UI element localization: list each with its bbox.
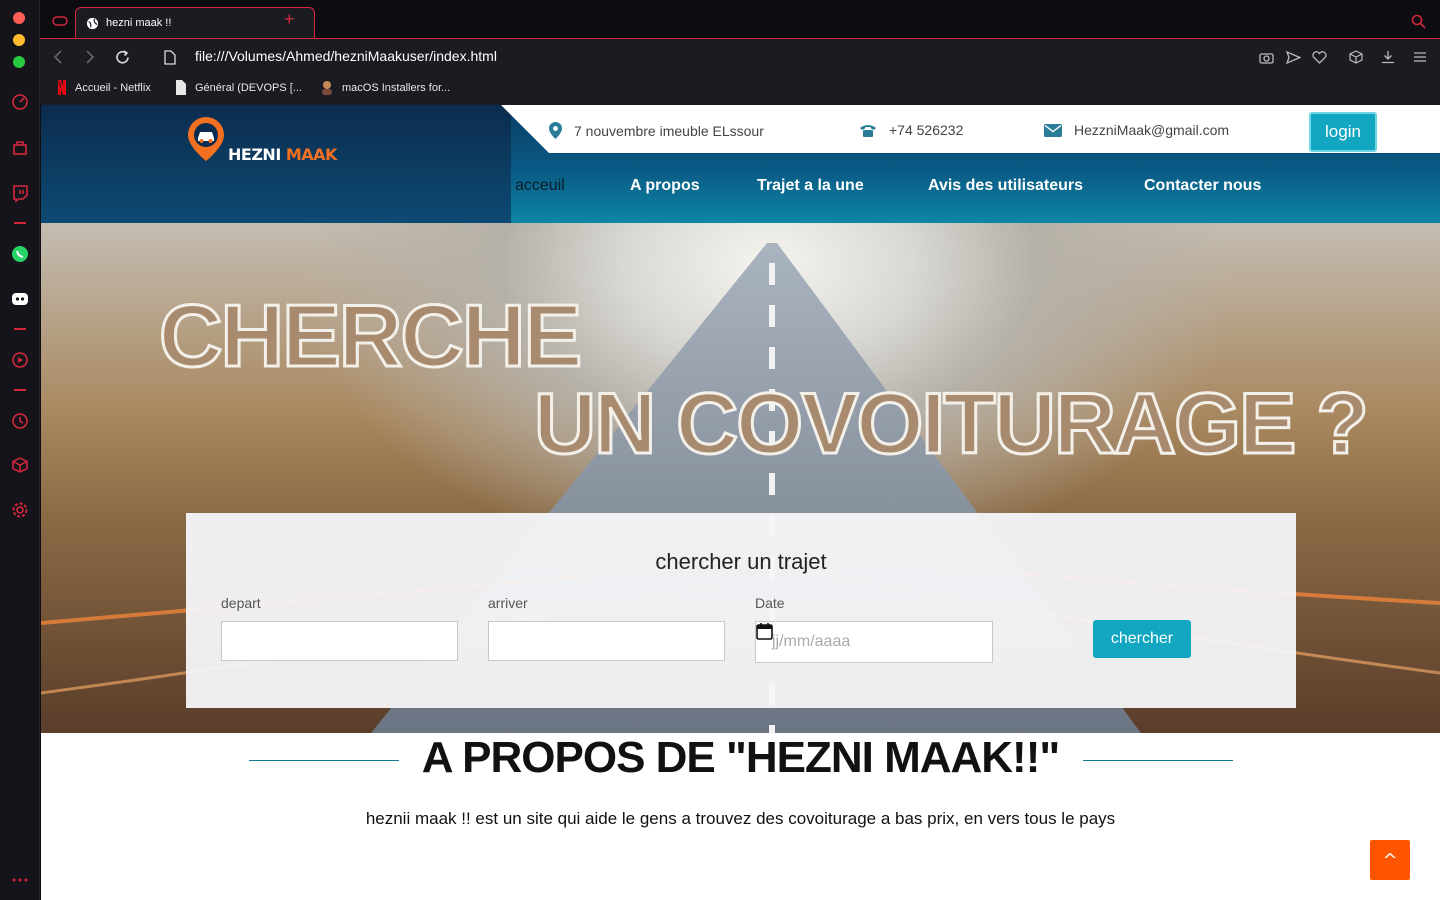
sidebar-separator — [14, 328, 26, 330]
tab-bar: hezni maak !! + — [40, 0, 1440, 38]
extensions-cube-icon[interactable] — [10, 455, 30, 475]
gaming-controller-icon[interactable] — [50, 11, 70, 31]
zoom-window-button[interactable] — [13, 56, 25, 68]
back-arrow-icon[interactable] — [48, 47, 68, 67]
car-pin-logo-icon — [188, 117, 224, 161]
speed-dial-icon[interactable] — [10, 92, 30, 112]
phone-text: +74 526232 — [889, 122, 964, 138]
document-icon — [176, 80, 186, 95]
globe-icon — [86, 17, 99, 29]
depart-input[interactable] — [221, 621, 458, 661]
search-panel: chercher un trajet depart arriver Date j… — [186, 513, 1296, 708]
search-tabs-icon[interactable] — [1408, 11, 1428, 31]
about-title: A PROPOS DE "HEZNI MAAK!!" — [421, 733, 1060, 782]
chercher-button[interactable]: chercher — [1093, 620, 1191, 658]
nav-contacter-nous[interactable]: Contacter nous — [1144, 177, 1261, 195]
hero-title-line-1: CHERCHE — [157, 285, 583, 387]
browser-sidebar — [0, 0, 40, 900]
email-text: HezzniMaak@gmail.com — [1074, 122, 1230, 138]
address-bar: file:///Volumes/Ahmed/hezniMaakuser/inde… — [40, 38, 1440, 74]
arriver-label: arriver — [488, 595, 528, 611]
depart-label: depart — [221, 595, 261, 611]
whatsapp-icon[interactable] — [10, 244, 30, 264]
address-info: 7 nouvembre imeuble ELssour — [549, 122, 764, 139]
browser-tab-active[interactable]: hezni maak !! — [75, 7, 315, 38]
bookmark-macos-installers[interactable]: macOS Installers for... — [320, 80, 450, 95]
contact-strip: 7 nouvembre imeuble ELssour +74 526232 H… — [501, 105, 1440, 153]
netflix-icon — [58, 80, 66, 95]
forward-arrow-icon[interactable] — [80, 47, 100, 67]
bookmark-general-devops[interactable]: Général (DEVOPS [... — [175, 80, 302, 95]
file-page-icon — [160, 47, 180, 67]
sidebar-separator — [14, 222, 26, 224]
bookmark-label: macOS Installers for... — [342, 81, 451, 94]
login-button[interactable]: login — [1309, 112, 1377, 152]
bookmark-label: Général (DEVOPS [... — [195, 81, 302, 94]
hero-title-line-2: UN COVOITURAGE ? — [533, 375, 1371, 474]
reload-icon[interactable] — [112, 47, 132, 67]
logo-word-2: MAAK — [285, 145, 338, 164]
logo-text: HEZNI MAAK — [228, 145, 337, 164]
nav-avis-utilisateurs[interactable]: Avis des utilisateurs — [928, 177, 1083, 195]
hero-section: CHERCHE UN COVOITURAGE ? chercher un tra… — [41, 223, 1440, 733]
twitch-icon[interactable] — [10, 183, 30, 203]
address-text: 7 nouvembre imeuble ELssour — [574, 122, 764, 139]
about-text: heznii maak !! est un site qui aide le g… — [365, 809, 1116, 828]
date-label: Date — [755, 595, 785, 611]
nav-a-propos[interactable]: A propos — [630, 177, 700, 195]
avatar-icon — [322, 81, 332, 95]
location-pin-icon — [549, 122, 562, 139]
bookmark-netflix[interactable]: Accueil - Netflix — [57, 80, 151, 95]
discord-icon[interactable] — [10, 289, 30, 309]
calendar-icon[interactable] — [756, 622, 773, 640]
phone-icon — [860, 125, 876, 137]
phone-info: +74 526232 — [859, 122, 963, 138]
heart-icon[interactable] — [1309, 47, 1329, 67]
tab-title: hezni maak !! — [106, 17, 172, 29]
new-tab-button[interactable]: + — [284, 9, 295, 30]
download-icon[interactable] — [1378, 47, 1398, 67]
more-options-icon[interactable] — [10, 870, 30, 890]
history-icon[interactable] — [10, 411, 30, 431]
shopping-icon[interactable] — [10, 138, 30, 158]
cube-icon[interactable] — [1346, 47, 1366, 67]
send-icon[interactable] — [1283, 47, 1303, 67]
sidebar-separator — [14, 389, 26, 391]
nav-acceuil[interactable]: acceuil — [515, 177, 565, 195]
logo-word-1: HEZNI — [228, 145, 281, 164]
site-logo[interactable]: HEZNI MAAK — [186, 115, 356, 165]
snapshot-camera-icon[interactable] — [1256, 47, 1276, 67]
email-info: HezzniMaak@gmail.com — [1044, 122, 1229, 138]
search-title: chercher un trajet — [655, 549, 827, 574]
bookmarks-bar: Accueil - Netflix Général (DEVOPS [... m… — [40, 74, 1440, 105]
easy-setup-icon[interactable] — [1410, 47, 1430, 67]
nav-trajet-a-la-une[interactable]: Trajet a la une — [757, 177, 864, 195]
settings-gear-icon[interactable] — [10, 500, 30, 520]
date-input[interactable]: jj/mm/aaaa — [755, 621, 993, 663]
arriver-input[interactable] — [488, 621, 725, 661]
bookmark-label: Accueil - Netflix — [75, 81, 151, 94]
player-icon[interactable] — [10, 350, 30, 370]
minimize-window-button[interactable] — [13, 34, 25, 46]
url-field[interactable]: file:///Volumes/Ahmed/hezniMaakuser/inde… — [195, 48, 497, 64]
site-header: HEZNI MAAK 7 nouvembre imeuble ELssour +… — [41, 105, 1440, 223]
close-window-button[interactable] — [13, 12, 25, 24]
envelope-icon — [1044, 123, 1062, 137]
web-page: HEZNI MAAK 7 nouvembre imeuble ELssour +… — [41, 105, 1440, 900]
date-placeholder: jj/mm/aaaa — [772, 633, 851, 650]
scroll-to-top-button[interactable]: ^ — [1370, 840, 1410, 880]
